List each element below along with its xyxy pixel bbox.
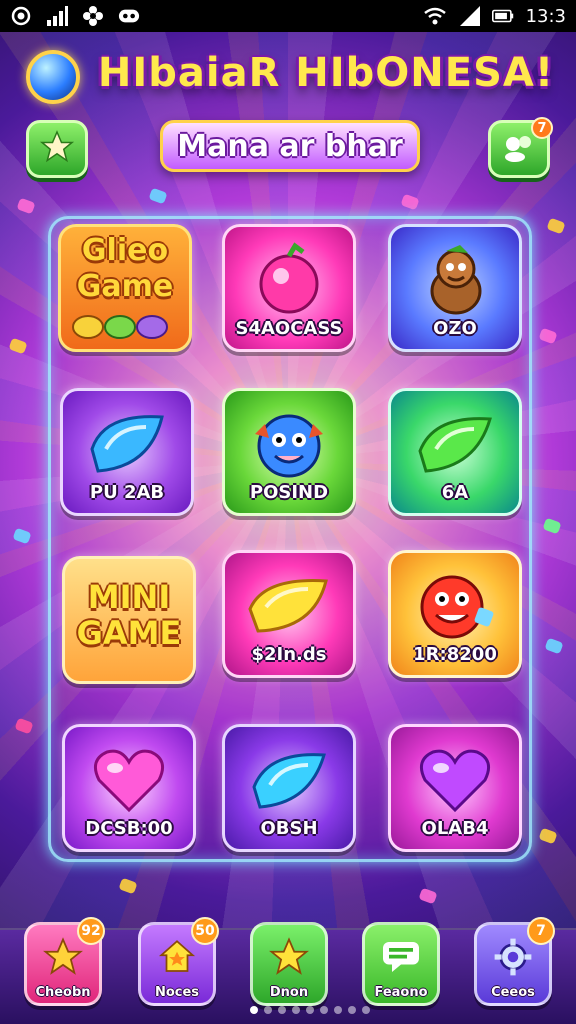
battery-icon xyxy=(491,5,514,27)
tile-squirrel[interactable]: OZO xyxy=(388,224,522,352)
page-dot xyxy=(264,1006,272,1014)
sparkle xyxy=(542,517,562,535)
cell-signal-icon xyxy=(458,5,480,27)
gear-icon xyxy=(492,935,534,979)
pink-heart-icon xyxy=(89,739,169,821)
page-indicator xyxy=(250,1006,370,1014)
tile-big-text: MINI GAME xyxy=(76,578,182,652)
tile-label: OZO xyxy=(433,318,477,339)
nav-noces-button[interactable]: Noces 50 xyxy=(138,917,219,1006)
nav-label: Cheobn xyxy=(35,985,91,1000)
page-dot xyxy=(320,1006,328,1014)
game-title: HIbaiaR HIbONESA! xyxy=(97,50,555,96)
nav-label: Noces xyxy=(154,985,200,1000)
tile-label: OLAB4 xyxy=(421,818,489,839)
nav-cheobn-button[interactable]: Cheobn 92 xyxy=(24,917,105,1006)
tile-label: OBSH xyxy=(260,818,318,839)
tile-label: S4AOCASS xyxy=(235,318,343,339)
profile-orb-button[interactable] xyxy=(26,50,80,104)
friends-button[interactable]: 7 xyxy=(488,117,553,178)
blue-gem-icon xyxy=(246,739,332,821)
sparkle xyxy=(546,217,566,235)
sparkle xyxy=(16,197,36,215)
tile-blue-gem[interactable]: PU 2AB xyxy=(60,388,194,516)
tile-label: PU 2AB xyxy=(89,482,165,503)
blue-creature-icon xyxy=(245,403,333,485)
tile-blue-creature[interactable]: POSIND xyxy=(222,388,356,516)
green-gem-icon xyxy=(412,403,498,485)
sparkle xyxy=(12,527,32,545)
nav-label: Ceeos xyxy=(491,985,535,1000)
gamepad-icon xyxy=(118,5,140,27)
blue-gem-icon xyxy=(84,403,170,485)
tile-pink-heart[interactable]: DCSB:00 xyxy=(62,724,196,852)
tile-label: 6A xyxy=(441,482,469,503)
house-star-icon xyxy=(156,935,198,979)
sparkle xyxy=(8,337,28,355)
nav-badge: 50 xyxy=(191,917,219,945)
flower-icon xyxy=(82,5,104,27)
subtitle-text: Mana ar bhar xyxy=(177,128,403,164)
status-time: 13:3 xyxy=(525,5,566,27)
sparkle xyxy=(544,637,564,655)
tile-label: POSIND xyxy=(249,482,329,503)
nav-label: Dnon xyxy=(269,985,309,1000)
sparkle xyxy=(418,887,438,905)
purple-heart-icon xyxy=(415,739,495,821)
tile-red-creature[interactable]: 1R:8200 xyxy=(388,550,522,678)
sparkle xyxy=(400,193,420,211)
group-icon xyxy=(501,132,537,166)
status-bar: 13:3 xyxy=(0,0,576,32)
sparkle xyxy=(538,827,558,845)
star-icon xyxy=(268,935,310,979)
yellow-gem-icon xyxy=(244,565,334,647)
friends-badge: 7 xyxy=(531,117,553,139)
coins-icon xyxy=(70,309,180,347)
sparkle xyxy=(538,327,558,345)
nav-badge: 92 xyxy=(77,917,105,945)
tile-label: DCSB:00 xyxy=(85,818,173,839)
page-dot xyxy=(334,1006,342,1014)
sparkle xyxy=(14,717,34,735)
sparkle xyxy=(148,187,168,205)
tile-label: $2In.ds xyxy=(251,644,327,665)
tile-blue-gem-2[interactable]: OBSH xyxy=(222,724,356,852)
page-dot xyxy=(306,1006,314,1014)
page-dot xyxy=(278,1006,286,1014)
nav-badge: 7 xyxy=(527,917,555,945)
page-dot xyxy=(250,1006,258,1014)
berry-icon xyxy=(251,239,327,321)
subtitle-plate: Mana ar bhar xyxy=(160,120,420,172)
tile-glieo-game[interactable]: Glieo Game xyxy=(58,224,192,352)
tile-green-gem[interactable]: 6A xyxy=(388,388,522,516)
record-icon xyxy=(10,5,32,27)
favorites-button[interactable] xyxy=(26,120,88,178)
tile-purple-heart[interactable]: OLAB4 xyxy=(388,724,522,852)
wifi-icon xyxy=(423,5,446,27)
page-dot xyxy=(292,1006,300,1014)
page-dot xyxy=(348,1006,356,1014)
nav-label: Feaono xyxy=(374,985,428,1000)
squirrel-icon xyxy=(410,239,500,321)
signal-icon xyxy=(46,5,68,27)
tile-mini-game[interactable]: MINI GAME xyxy=(62,556,196,684)
chat-icon xyxy=(380,935,422,979)
tile-big-text: Glieo Game xyxy=(76,233,174,304)
nav-feaono-button[interactable]: Feaono xyxy=(362,922,440,1006)
game-header: HIbaiaR HIbONESA! Mana ar bhar 7 xyxy=(0,40,576,190)
sparkle xyxy=(118,877,138,895)
nav-ceeos-button[interactable]: Ceeos 7 xyxy=(474,917,555,1006)
star-icon xyxy=(39,129,75,169)
star-icon xyxy=(42,935,84,979)
tile-berry[interactable]: S4AOCASS xyxy=(222,224,356,352)
tile-label: 1R:8200 xyxy=(413,644,497,665)
page-dot xyxy=(362,1006,370,1014)
nav-dnon-button[interactable]: Dnon xyxy=(250,922,328,1006)
tile-yellow-gem[interactable]: $2In.ds xyxy=(222,550,356,678)
red-creature-icon xyxy=(410,565,500,647)
